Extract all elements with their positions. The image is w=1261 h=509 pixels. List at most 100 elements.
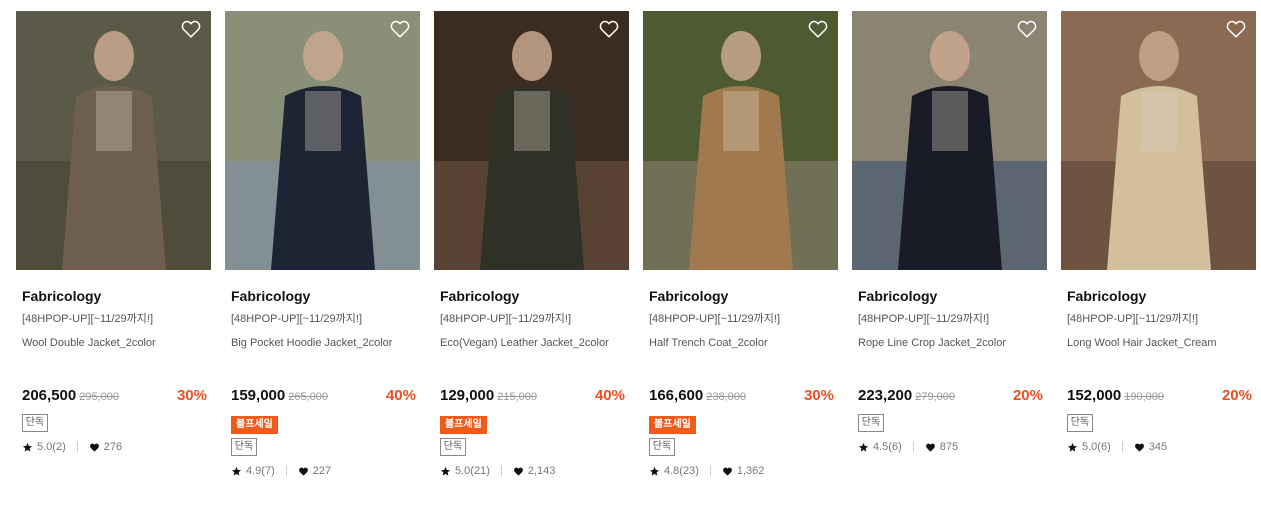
likes-count: 1,362 xyxy=(736,465,765,477)
promo-text: [48HPOP-UP][~11/29까지!] xyxy=(22,313,154,325)
product-photo xyxy=(643,11,838,270)
sale-price: 166,600 xyxy=(649,387,704,404)
star-icon xyxy=(1067,442,1078,453)
badge-group: 단독 xyxy=(1067,414,1256,432)
heart-filled-icon xyxy=(89,442,100,453)
heart-outline-icon xyxy=(1017,20,1037,38)
badge-group: 단독 xyxy=(22,414,211,432)
product-card[interactable]: Fabricology [48HPOP-UP][~11/29까지!] Long … xyxy=(1061,11,1256,478)
product-card[interactable]: Fabricology [48HPOP-UP][~11/29까지!] Wool … xyxy=(16,11,211,478)
promo-text: [48HPOP-UP][~11/29까지!] xyxy=(231,313,363,325)
discount-rate: 30% xyxy=(803,387,834,404)
product-image[interactable] xyxy=(1061,11,1256,270)
heart-filled-icon xyxy=(1134,442,1145,453)
product-photo xyxy=(225,11,420,270)
likes-count: 875 xyxy=(939,441,959,453)
sale-badge: 볼프세일 xyxy=(649,416,696,434)
wishlist-button[interactable] xyxy=(807,18,829,40)
brand-name[interactable]: Fabricology xyxy=(858,287,1047,305)
product-image[interactable] xyxy=(434,11,629,270)
badge-group: 볼프세일 단독 xyxy=(231,414,420,456)
heart-filled-icon xyxy=(298,466,309,477)
exclusive-badge: 단독 xyxy=(858,414,884,432)
exclusive-badge: 단독 xyxy=(22,414,48,432)
exclusive-badge: 단독 xyxy=(231,438,257,456)
brand-name[interactable]: Fabricology xyxy=(1067,287,1256,305)
product-name[interactable]: Half Trench Coat_2color xyxy=(649,336,838,351)
product-image[interactable] xyxy=(16,11,211,270)
review-meta: 4.5(6) 875 xyxy=(858,440,1047,454)
discount-rate: 20% xyxy=(1221,387,1252,404)
heart-outline-icon xyxy=(1226,20,1246,38)
divider xyxy=(709,466,711,476)
product-image[interactable] xyxy=(225,11,420,270)
discount-rate: 40% xyxy=(385,387,416,404)
original-price: 215,000 xyxy=(497,391,537,403)
product-card[interactable]: Fabricology [48HPOP-UP][~11/29까지!] Eco(V… xyxy=(434,11,629,478)
product-name[interactable]: Eco(Vegan) Leather Jacket_2color xyxy=(440,336,629,351)
product-name[interactable]: Rope Line Crop Jacket_2color xyxy=(858,336,1047,351)
wishlist-button[interactable] xyxy=(1016,18,1038,40)
price-row: 223,200 279,000 20% xyxy=(858,387,1047,407)
product-grid: Fabricology [48HPOP-UP][~11/29까지!] Wool … xyxy=(16,11,1256,478)
wishlist-button[interactable] xyxy=(598,18,620,40)
sale-price: 206,500 xyxy=(22,387,77,404)
wishlist-button[interactable] xyxy=(1225,18,1247,40)
exclusive-badge: 단독 xyxy=(1067,414,1093,432)
heart-outline-icon xyxy=(181,20,201,38)
star-icon xyxy=(22,442,33,453)
wishlist-button[interactable] xyxy=(180,18,202,40)
product-image[interactable] xyxy=(852,11,1047,270)
product-name[interactable]: Wool Double Jacket_2color xyxy=(22,336,211,351)
likes-count: 227 xyxy=(312,465,332,477)
rating-text: 5.0(6) xyxy=(1082,441,1111,453)
product-card[interactable]: Fabricology [48HPOP-UP][~11/29까지!] Big P… xyxy=(225,11,420,478)
wishlist-button[interactable] xyxy=(389,18,411,40)
badge-group: 볼프세일 단독 xyxy=(649,414,838,456)
product-photo xyxy=(434,11,629,270)
divider xyxy=(500,466,502,476)
divider xyxy=(912,442,914,452)
likes-count: 345 xyxy=(1148,441,1168,453)
original-price: 238,000 xyxy=(706,391,746,403)
original-price: 265,000 xyxy=(288,391,328,403)
price-row: 206,500 295,000 30% xyxy=(22,387,211,407)
heart-filled-icon xyxy=(722,466,733,477)
discount-rate: 20% xyxy=(1012,387,1043,404)
brand-name[interactable]: Fabricology xyxy=(22,287,211,305)
sale-price: 159,000 xyxy=(231,387,286,404)
rating-text: 4.9(7) xyxy=(246,465,275,477)
product-name[interactable]: Big Pocket Hoodie Jacket_2color xyxy=(231,336,420,351)
original-price: 295,000 xyxy=(79,391,119,403)
brand-name[interactable]: Fabricology xyxy=(231,287,420,305)
product-card[interactable]: Fabricology [48HPOP-UP][~11/29까지!] Half … xyxy=(643,11,838,478)
original-price: 279,000 xyxy=(915,391,955,403)
divider xyxy=(1121,442,1123,452)
divider xyxy=(285,466,287,476)
likes-count: 2,143 xyxy=(527,465,556,477)
star-icon xyxy=(649,466,660,477)
sale-price: 152,000 xyxy=(1067,387,1122,404)
review-meta: 5.0(2) 276 xyxy=(22,440,211,454)
promo-text: [48HPOP-UP][~11/29까지!] xyxy=(649,313,781,325)
brand-name[interactable]: Fabricology xyxy=(649,287,838,305)
discount-rate: 40% xyxy=(594,387,625,404)
star-icon xyxy=(231,466,242,477)
review-meta: 4.8(23) 1,362 xyxy=(649,464,838,478)
sale-price: 129,000 xyxy=(440,387,495,404)
heart-outline-icon xyxy=(390,20,410,38)
review-meta: 4.9(7) 227 xyxy=(231,464,420,478)
product-card[interactable]: Fabricology [48HPOP-UP][~11/29까지!] Rope … xyxy=(852,11,1047,478)
exclusive-badge: 단독 xyxy=(440,438,466,456)
rating-text: 5.0(2) xyxy=(37,441,66,453)
sale-badge: 볼프세일 xyxy=(231,416,278,434)
product-photo xyxy=(16,11,211,270)
price-row: 166,600 238,000 30% xyxy=(649,387,838,407)
sale-badge: 볼프세일 xyxy=(440,416,487,434)
heart-outline-icon xyxy=(808,20,828,38)
price-row: 152,000 190,000 20% xyxy=(1067,387,1256,407)
brand-name[interactable]: Fabricology xyxy=(440,287,629,305)
product-image[interactable] xyxy=(643,11,838,270)
heart-outline-icon xyxy=(599,20,619,38)
product-name[interactable]: Long Wool Hair Jacket_Cream xyxy=(1067,336,1256,351)
